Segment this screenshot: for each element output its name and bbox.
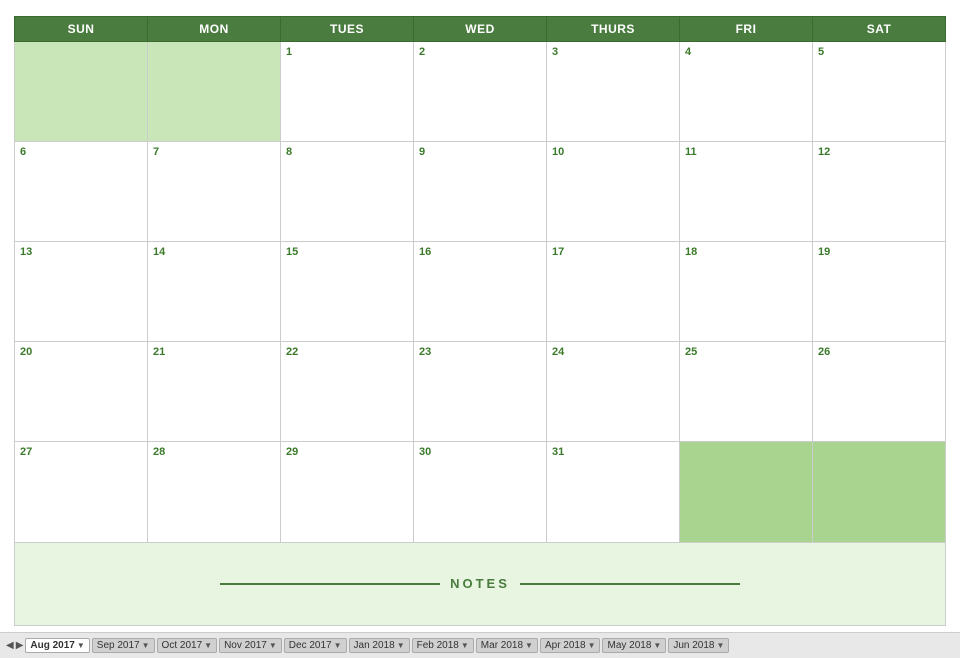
sheet-tab-label: May 2018 <box>607 640 651 651</box>
sheet-tab-aug-2017[interactable]: Aug 2017▼ <box>25 638 89 653</box>
calendar-cell[interactable] <box>680 442 813 542</box>
calendar-cell[interactable] <box>148 42 281 142</box>
day-header-sat: SAT <box>813 17 946 42</box>
calendar-week-5: 2728293031 <box>15 442 946 542</box>
calendar-cell[interactable]: 31 <box>547 442 680 542</box>
sheet-tab-nov-2017[interactable]: Nov 2017▼ <box>219 638 282 653</box>
day-header-tues: TUES <box>281 17 414 42</box>
calendar-cell[interactable]: 21 <box>148 342 281 442</box>
sheet-tab-label: Feb 2018 <box>417 640 459 651</box>
calendar-cell[interactable]: 25 <box>680 342 813 442</box>
sheet-tab-arrow-icon: ▼ <box>334 641 342 650</box>
notes-line-left <box>220 583 440 585</box>
sheet-tab-may-2018[interactable]: May 2018▼ <box>602 638 666 653</box>
sheet-tab-arrow-icon: ▼ <box>461 641 469 650</box>
day-header-fri: FRI <box>680 17 813 42</box>
sheet-tab-label: Dec 2017 <box>289 640 332 651</box>
sheet-tab-arrow-icon: ▼ <box>204 641 212 650</box>
calendar-week-4: 20212223242526 <box>15 342 946 442</box>
calendar-week-2: 6789101112 <box>15 142 946 242</box>
calendar-table: SUNMONTUESWEDTHURSFRISAT 123456789101112… <box>14 16 946 626</box>
main-content: SUNMONTUESWEDTHURSFRISAT 123456789101112… <box>0 0 960 632</box>
sheet-tab-arrow-icon: ▼ <box>716 641 724 650</box>
next-arrow-icon[interactable]: ▶ <box>16 640 24 651</box>
sheet-tab-arrow-icon: ▼ <box>77 641 85 650</box>
day-header-thurs: THURS <box>547 17 680 42</box>
sheet-tab-label: Apr 2018 <box>545 640 586 651</box>
sheet-tab-arrow-icon: ▼ <box>653 641 661 650</box>
sheet-tab-label: Sep 2017 <box>97 640 140 651</box>
calendar-cell[interactable]: 30 <box>414 442 547 542</box>
notes-cell: NOTES <box>15 542 946 625</box>
calendar-cell[interactable]: 17 <box>547 242 680 342</box>
calendar-cell[interactable]: 20 <box>15 342 148 442</box>
calendar-cell[interactable]: 6 <box>15 142 148 242</box>
calendar-cell[interactable]: 27 <box>15 442 148 542</box>
sheet-tab-sep-2017[interactable]: Sep 2017▼ <box>92 638 155 653</box>
notes-row: NOTES <box>15 542 946 625</box>
calendar-cell[interactable]: 15 <box>281 242 414 342</box>
calendar-cell[interactable]: 13 <box>15 242 148 342</box>
sheet-tab-jan-2018[interactable]: Jan 2018▼ <box>349 638 410 653</box>
prev-arrow-icon[interactable]: ◀ <box>6 640 14 651</box>
calendar-cell[interactable]: 3 <box>547 42 680 142</box>
calendar-week-1: 12345 <box>15 42 946 142</box>
calendar-cell[interactable]: 19 <box>813 242 946 342</box>
calendar-cell[interactable]: 11 <box>680 142 813 242</box>
calendar-cell[interactable]: 12 <box>813 142 946 242</box>
sheet-tab-feb-2018[interactable]: Feb 2018▼ <box>412 638 474 653</box>
sheet-tab-label: Nov 2017 <box>224 640 267 651</box>
calendar-cell[interactable]: 22 <box>281 342 414 442</box>
calendar-cell[interactable]: 10 <box>547 142 680 242</box>
calendar-cell[interactable]: 2 <box>414 42 547 142</box>
sheet-tab-arrow-icon: ▼ <box>588 641 596 650</box>
calendar-cell[interactable]: 18 <box>680 242 813 342</box>
calendar-cell[interactable]: 16 <box>414 242 547 342</box>
calendar-cell[interactable]: 8 <box>281 142 414 242</box>
sheet-tab-dec-2017[interactable]: Dec 2017▼ <box>284 638 347 653</box>
calendar-cell[interactable]: 1 <box>281 42 414 142</box>
day-header-wed: WED <box>414 17 547 42</box>
sheet-tab-label: Jan 2018 <box>354 640 395 651</box>
sheet-tabs: Aug 2017▼Sep 2017▼Oct 2017▼Nov 2017▼Dec … <box>25 638 729 653</box>
calendar-cell[interactable]: 7 <box>148 142 281 242</box>
calendar-cell[interactable]: 29 <box>281 442 414 542</box>
calendar-cell[interactable] <box>813 442 946 542</box>
sheet-tab-arrow-icon: ▼ <box>525 641 533 650</box>
sheet-tab-apr-2018[interactable]: Apr 2018▼ <box>540 638 601 653</box>
sheet-tab-label: Oct 2017 <box>162 640 203 651</box>
sheet-tab-arrow-icon: ▼ <box>269 641 277 650</box>
calendar-cell[interactable]: 24 <box>547 342 680 442</box>
sheet-tab-jun-2018[interactable]: Jun 2018▼ <box>668 638 729 653</box>
calendar-cell[interactable]: 5 <box>813 42 946 142</box>
day-headers-row: SUNMONTUESWEDTHURSFRISAT <box>15 17 946 42</box>
calendar-cell[interactable]: 4 <box>680 42 813 142</box>
sheet-tab-arrow-icon: ▼ <box>397 641 405 650</box>
calendar-cell[interactable]: 28 <box>148 442 281 542</box>
calendar-cell[interactable]: 23 <box>414 342 547 442</box>
bottom-bar: ◀ ▶ Aug 2017▼Sep 2017▼Oct 2017▼Nov 2017▼… <box>0 632 960 658</box>
calendar-week-3: 13141516171819 <box>15 242 946 342</box>
day-header-sun: SUN <box>15 17 148 42</box>
calendar-cell[interactable] <box>15 42 148 142</box>
sheet-tab-oct-2017[interactable]: Oct 2017▼ <box>157 638 218 653</box>
calendar-cell[interactable]: 9 <box>414 142 547 242</box>
notes-line-right <box>520 583 740 585</box>
calendar-cell[interactable]: 26 <box>813 342 946 442</box>
day-header-mon: MON <box>148 17 281 42</box>
sheet-tab-arrow-icon: ▼ <box>142 641 150 650</box>
sheet-tab-mar-2018[interactable]: Mar 2018▼ <box>476 638 538 653</box>
sheet-tab-label: Jun 2018 <box>673 640 714 651</box>
sheet-tab-label: Mar 2018 <box>481 640 523 651</box>
sheet-tab-label: Aug 2017 <box>30 640 74 651</box>
calendar-cell[interactable]: 14 <box>148 242 281 342</box>
notes-label: NOTES <box>450 576 510 591</box>
